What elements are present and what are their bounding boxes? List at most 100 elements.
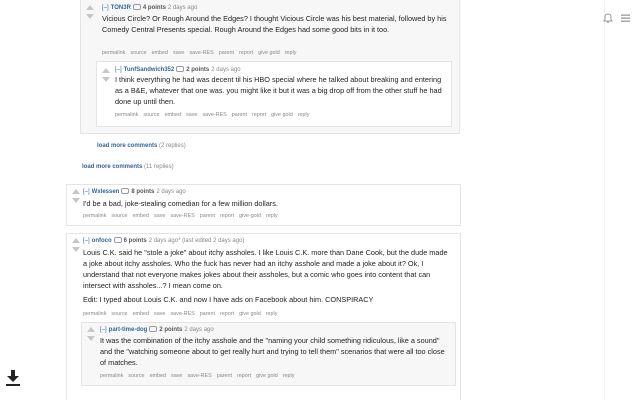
save-button[interactable]: save [154,213,165,219]
give-gold-button[interactable]: give gold [258,50,280,56]
collapse-toggle[interactable]: [–] [102,5,109,11]
parent-button[interactable]: parent [200,213,215,219]
permalink-button[interactable]: permalink [100,373,123,379]
save-res-button[interactable]: save-RES [189,50,213,56]
parent-button[interactable]: parent [219,50,234,56]
give-gold-button[interactable]: give gold [239,311,261,317]
embed-button[interactable]: embed [152,50,168,56]
speech-bubble-icon [113,237,122,244]
bell-icon[interactable] [603,13,613,24]
embed-button[interactable]: embed [165,112,181,118]
collapse-toggle[interactable]: [–] [83,238,90,244]
up-arrow-icon[interactable] [87,327,95,332]
parent-button[interactable]: parent [217,373,232,379]
comment-score: 8 points [131,189,155,195]
down-arrow-icon[interactable] [102,77,110,82]
collapse-toggle[interactable]: [–] [100,327,107,333]
give-gold-button[interactable]: give gold [271,112,293,118]
down-arrow-icon[interactable] [87,336,95,341]
comment-author[interactable]: TON3R [111,5,131,11]
comment-time: 2 days ago [156,189,186,195]
comment-buttons: permalink source embed save save-RES parent re… [115,111,314,119]
comment-tagline: [–] TunfSandwich352 2 points 2 days ago [115,66,241,74]
load-more-label[interactable]: load more comments [82,164,142,170]
comment-paragraph: I'd be a bad, joke-stealing comedian for… [83,199,278,208]
download-icon[interactable] [5,369,21,387]
comment-author[interactable]: Wxlessen [92,189,120,195]
up-arrow-icon[interactable] [102,68,110,73]
page: [–] TON3R 4 points 2 days ago Vicious Circl… [0,0,640,400]
comment-time: 2 days ago [184,327,214,333]
reply-button[interactable]: reply [285,50,297,56]
report-button[interactable]: report [239,50,253,56]
comment-author[interactable]: part-time-dog [109,327,148,333]
permalink-button[interactable]: permalink [102,50,125,56]
comment-author[interactable]: TunfSandwich352 [124,67,175,73]
comment-author[interactable]: onfoco [92,238,112,244]
report-button[interactable]: report [220,311,234,317]
top-right-icons [602,11,632,24]
parent-button[interactable]: parent [232,112,247,118]
source-button[interactable]: source [130,50,146,56]
save-res-button[interactable]: save-RES [202,112,226,118]
permalink-button[interactable]: permalink [83,311,106,317]
comment-tunfsandwich: [–] TunfSandwich352 2 points 2 days ago I t… [96,61,452,127]
edited-note: (last edited 2 days ago) [182,238,245,244]
comment-tagline: [–] Wxlessen 8 points 2 days ago [83,188,186,196]
down-arrow-icon[interactable] [86,14,94,19]
reply-button[interactable]: reply [266,311,278,317]
comment-body: Vicious Circle? Or Rough Around the Edge… [102,13,447,38]
embed-button[interactable]: embed [133,213,149,219]
comment-score: 2 points [159,327,183,333]
load-more-comments-link[interactable]: load more comments (11 replies) [82,164,174,170]
up-arrow-icon[interactable] [72,189,80,194]
collapse-toggle[interactable]: [–] [83,189,90,195]
up-arrow-icon[interactable] [72,238,80,243]
source-button[interactable]: source [111,311,127,317]
save-res-button[interactable]: save-RES [170,311,194,317]
menu-icon[interactable] [621,14,630,22]
save-res-button[interactable]: save-RES [170,213,194,219]
permalink-button[interactable]: permalink [115,112,138,118]
down-arrow-icon[interactable] [72,198,80,203]
reply-button[interactable]: reply [266,213,278,219]
comment-paragraph: It was the combination of the itchy assh… [100,336,445,367]
report-button[interactable]: report [237,373,251,379]
save-button[interactable]: save [154,311,165,317]
source-button[interactable]: source [111,213,127,219]
save-button[interactable]: save [171,373,182,379]
save-button[interactable]: save [173,50,184,56]
comment-body: I'd be a bad, joke-stealing comedian for… [83,198,443,212]
reply-button[interactable]: reply [298,112,310,118]
comment-paragraph: Louis C.K. said he "stole a joke" about … [83,248,448,290]
comment-wxlessen: [–] Wxlessen 8 points 2 days ago I'd be a b… [66,184,461,226]
comment-time: 2 days ago* [148,238,181,244]
source-button[interactable]: source [128,373,144,379]
collapse-toggle[interactable]: [–] [115,67,122,73]
report-button[interactable]: report [220,213,234,219]
report-button[interactable]: report [252,112,266,118]
source-button[interactable]: source [143,112,159,118]
parent-button[interactable]: parent [200,311,215,317]
speech-bubble-icon [176,66,185,73]
embed-button[interactable]: embed [150,373,166,379]
speech-bubble-icon [149,326,158,333]
comment-tagline: [–] TON3R 4 points 2 days ago [102,4,197,12]
embed-button[interactable]: embed [133,311,149,317]
comment-ton3r: [–] TON3R 4 points 2 days ago Vicious Circl… [80,0,460,149]
comment-score: 2 points [186,67,210,73]
load-more-label[interactable]: load more comments [97,143,157,149]
give-gold-button[interactable]: give-gold [239,213,261,219]
save-button[interactable]: save [186,112,197,118]
comment-paragraph: I think everything he had was decent til… [115,75,442,106]
comment-tagline: [–] part-time-dog 2 points 2 days ago [100,326,214,334]
up-arrow-icon[interactable] [86,5,94,10]
load-more-comments-link[interactable]: load more comments (2 replies) [97,143,186,149]
give-gold-button[interactable]: give gold [256,373,278,379]
comment-time: 2 days ago [167,5,198,11]
reply-button[interactable]: reply [283,373,295,379]
comment-buttons: permalink source embed save save-RES parent re… [83,310,282,318]
down-arrow-icon[interactable] [72,247,80,252]
save-res-button[interactable]: save-RES [187,373,211,379]
permalink-button[interactable]: permalink [83,213,106,219]
